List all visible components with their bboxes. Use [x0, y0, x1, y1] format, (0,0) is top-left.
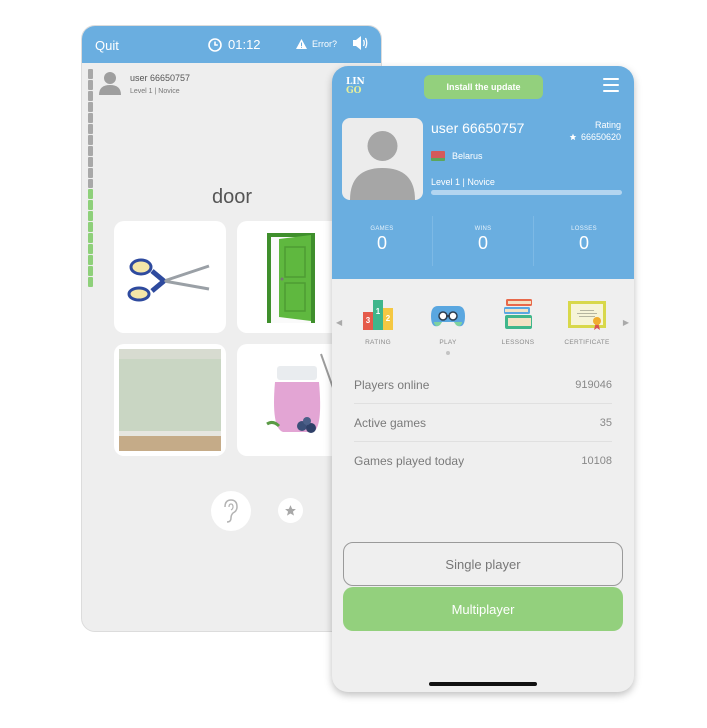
- belarus-flag-icon: [431, 151, 445, 161]
- rating-number: 66650620: [580, 132, 621, 142]
- carousel-next-arrow-icon[interactable]: ▶: [623, 318, 629, 327]
- logo-bottom: GO: [346, 86, 362, 96]
- main-screen: LIN GO Install the update user 66650757 …: [332, 66, 634, 692]
- progress-segment: [88, 255, 93, 266]
- single-player-button[interactable]: Single player: [343, 542, 623, 586]
- answer-tile-scissors[interactable]: [114, 221, 226, 333]
- error-label: Error?: [312, 39, 338, 49]
- info-label: Players online: [354, 377, 430, 392]
- books-icon: [504, 299, 532, 329]
- progress-segment: [88, 90, 93, 101]
- progress-segment: [88, 134, 93, 145]
- progress-segment: [88, 79, 93, 90]
- wall-image: [119, 349, 221, 451]
- progress-segment: [88, 167, 93, 178]
- carousel-label: CERTIFICATE: [564, 339, 610, 346]
- carousel-item-certificate[interactable]: CERTIFICATE: [552, 296, 622, 346]
- info-value: 919046: [575, 378, 612, 391]
- carousel-label: LESSONS: [501, 339, 535, 346]
- progress-segment: [88, 123, 93, 134]
- info-value: 35: [599, 416, 612, 429]
- progress-segment: [88, 101, 93, 112]
- progress-segment: [88, 244, 93, 255]
- progress-segment: [88, 112, 93, 123]
- level-progress-bar: [431, 190, 622, 195]
- scissors-image: [127, 258, 210, 302]
- svg-text:1: 1: [376, 307, 381, 316]
- info-label: Active games: [354, 415, 427, 430]
- stat-label: GAMES: [370, 226, 394, 232]
- player-info: user 66650757 Level 1 | Novice: [99, 71, 190, 95]
- stat-losses: LOSSES 0: [534, 216, 634, 266]
- rating-label: Rating: [594, 120, 621, 130]
- player-name: user 66650757: [130, 73, 191, 83]
- progress-segment: [88, 266, 93, 277]
- game-header: Quit 01:12 Error?: [82, 26, 381, 63]
- clock-icon: [208, 37, 222, 52]
- report-error-button[interactable]: Error?: [296, 39, 337, 49]
- hint-button[interactable]: [211, 491, 251, 531]
- ear-question-icon: [224, 499, 238, 523]
- info-row-games-played-today: Games played today 10108: [354, 442, 612, 480]
- avatar-placeholder-icon: [350, 131, 415, 200]
- avatar-icon: [99, 72, 121, 95]
- info-row-players-online: Players online 919046: [354, 366, 612, 404]
- progress-segment: [88, 69, 93, 79]
- stat-label: WINS: [474, 226, 492, 232]
- carousel-label: PLAY: [439, 339, 457, 346]
- svg-text:2: 2: [386, 314, 391, 323]
- hamburger-menu-icon[interactable]: [603, 78, 619, 92]
- menu-carousel: ◀ 1 3 2 RATING PLAY LESSONS CERTIFICATE …: [332, 284, 634, 364]
- progress-segment: [88, 211, 93, 222]
- carousel-item-lessons[interactable]: LESSONS: [483, 296, 553, 346]
- profile-level: Level 1 | Novice: [431, 177, 495, 187]
- app-logo: LIN GO: [346, 78, 365, 96]
- multiplayer-button[interactable]: Multiplayer: [343, 587, 623, 631]
- stat-games: GAMES 0: [332, 216, 433, 266]
- favorite-button[interactable]: [278, 498, 303, 523]
- profile-name: user 66650757: [431, 120, 525, 136]
- info-row-active-games: Active games 35: [354, 404, 612, 442]
- star-icon: [569, 133, 577, 141]
- home-indicator[interactable]: [429, 682, 537, 686]
- install-update-button[interactable]: Install the update: [424, 75, 543, 99]
- answer-tile-wall[interactable]: [114, 344, 226, 456]
- carousel-prev-arrow-icon[interactable]: ◀: [336, 318, 342, 327]
- progress-segment: [88, 222, 93, 233]
- stat-value: 0: [477, 233, 488, 253]
- carousel-item-rating[interactable]: 1 3 2 RATING: [343, 296, 413, 346]
- gamepad-icon: [431, 306, 465, 327]
- question-progress: [88, 69, 93, 288]
- stats-row: GAMES 0 WINS 0 LOSSES 0: [332, 216, 634, 266]
- progress-segment: [88, 145, 93, 156]
- stat-label: LOSSES: [571, 226, 597, 232]
- stat-value: 0: [376, 233, 387, 253]
- quit-button[interactable]: Quit: [95, 38, 119, 53]
- carousel-page-indicator: [446, 351, 450, 355]
- podium-icon: 1 3 2: [363, 300, 393, 330]
- timer-value: 01:12: [228, 37, 261, 52]
- info-label: Games played today: [354, 454, 465, 468]
- timer: 01:12: [208, 37, 261, 52]
- server-stats-list: Players online 919046 Active games 35 Ga…: [354, 366, 612, 480]
- svg-text:3: 3: [366, 316, 371, 325]
- country-name: Belarus: [452, 151, 483, 161]
- carousel-label: RATING: [365, 339, 391, 346]
- certificate-icon: [568, 301, 606, 330]
- speaker-icon[interactable]: [352, 35, 369, 51]
- progress-segment: [88, 277, 93, 288]
- rating-value: 66650620: [569, 132, 621, 142]
- carousel-item-play[interactable]: PLAY: [413, 296, 483, 346]
- progress-segment: [88, 233, 93, 244]
- avatar[interactable]: [342, 118, 423, 200]
- stat-wins: WINS 0: [433, 216, 534, 266]
- player-level: Level 1 | Novice: [130, 88, 180, 95]
- info-value: 10108: [581, 455, 612, 467]
- country: Belarus: [431, 151, 483, 161]
- warning-icon: [296, 39, 307, 49]
- profile-header: LIN GO Install the update user 66650757 …: [332, 66, 634, 279]
- progress-segment: [88, 156, 93, 167]
- stat-value: 0: [578, 233, 589, 253]
- star-icon: [285, 505, 296, 516]
